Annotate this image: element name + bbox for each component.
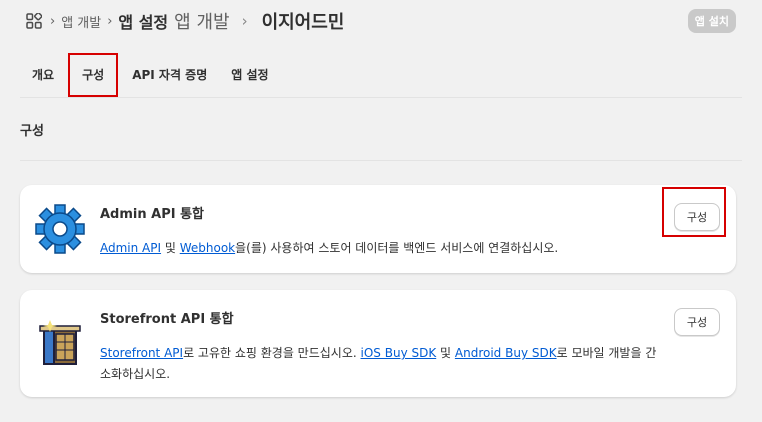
admin-api-link[interactable]: Admin API <box>100 241 161 255</box>
highlight-box <box>662 187 726 237</box>
storefront-api-configure-button[interactable]: 구성 <box>674 308 720 336</box>
breadcrumb-dev: 앱 개발 <box>174 12 230 33</box>
storefront-icon <box>39 320 81 365</box>
gear-icon <box>35 204 85 254</box>
storefront-api-card: Storefront API 통합 Storefront API로 고유한 쇼핑… <box>20 290 736 397</box>
chevron-right-icon: › <box>107 13 113 29</box>
ios-buy-sdk-link[interactable]: iOS Buy SDK <box>361 346 437 360</box>
card-description: Admin API 및 Webhook을(를) 사용하여 스토어 데이터를 백엔… <box>100 241 559 255</box>
webhook-link[interactable]: Webhook <box>180 241 235 255</box>
storefront-api-link[interactable]: Storefront API <box>100 346 183 360</box>
divider <box>20 160 742 161</box>
admin-api-card: Admin API 통합 Admin API 및 Webhook을(를) 사용하… <box>20 185 736 273</box>
apps-icon[interactable] <box>26 13 42 29</box>
card-title: Admin API 통합 <box>100 207 205 222</box>
chevron-right-icon: › <box>50 13 56 29</box>
card-title: Storefront API 통합 <box>100 312 234 327</box>
android-buy-sdk-link[interactable]: Android Buy SDK <box>455 346 557 360</box>
tab-api-credentials[interactable]: API 자격 증명 <box>120 55 219 95</box>
chevron-right-icon: › <box>241 12 248 30</box>
section-title: 구성 <box>20 124 44 139</box>
tab-overview[interactable]: 개요 <box>20 55 66 95</box>
tab-app-settings[interactable]: 앱 설정 <box>219 55 280 95</box>
breadcrumb-apps-link[interactable]: 앱 개발 <box>61 12 101 31</box>
card-description: Storefront API로 고유한 쇼핑 환경을 만드십시오. iOS Bu… <box>100 346 657 381</box>
tab-configuration[interactable]: 구성 <box>68 52 119 97</box>
tab-bar: 개요 구성 API 자격 증명 앱 설정 <box>20 52 742 98</box>
breadcrumb-settings: 앱 설정 <box>118 13 169 32</box>
breadcrumb: › 앱 개발 › 앱 설정 앱 개발 › 이지어드민 <box>26 9 344 33</box>
page-title: 이지어드민 <box>261 12 345 33</box>
install-app-button[interactable]: 앱 설치 <box>687 9 736 33</box>
